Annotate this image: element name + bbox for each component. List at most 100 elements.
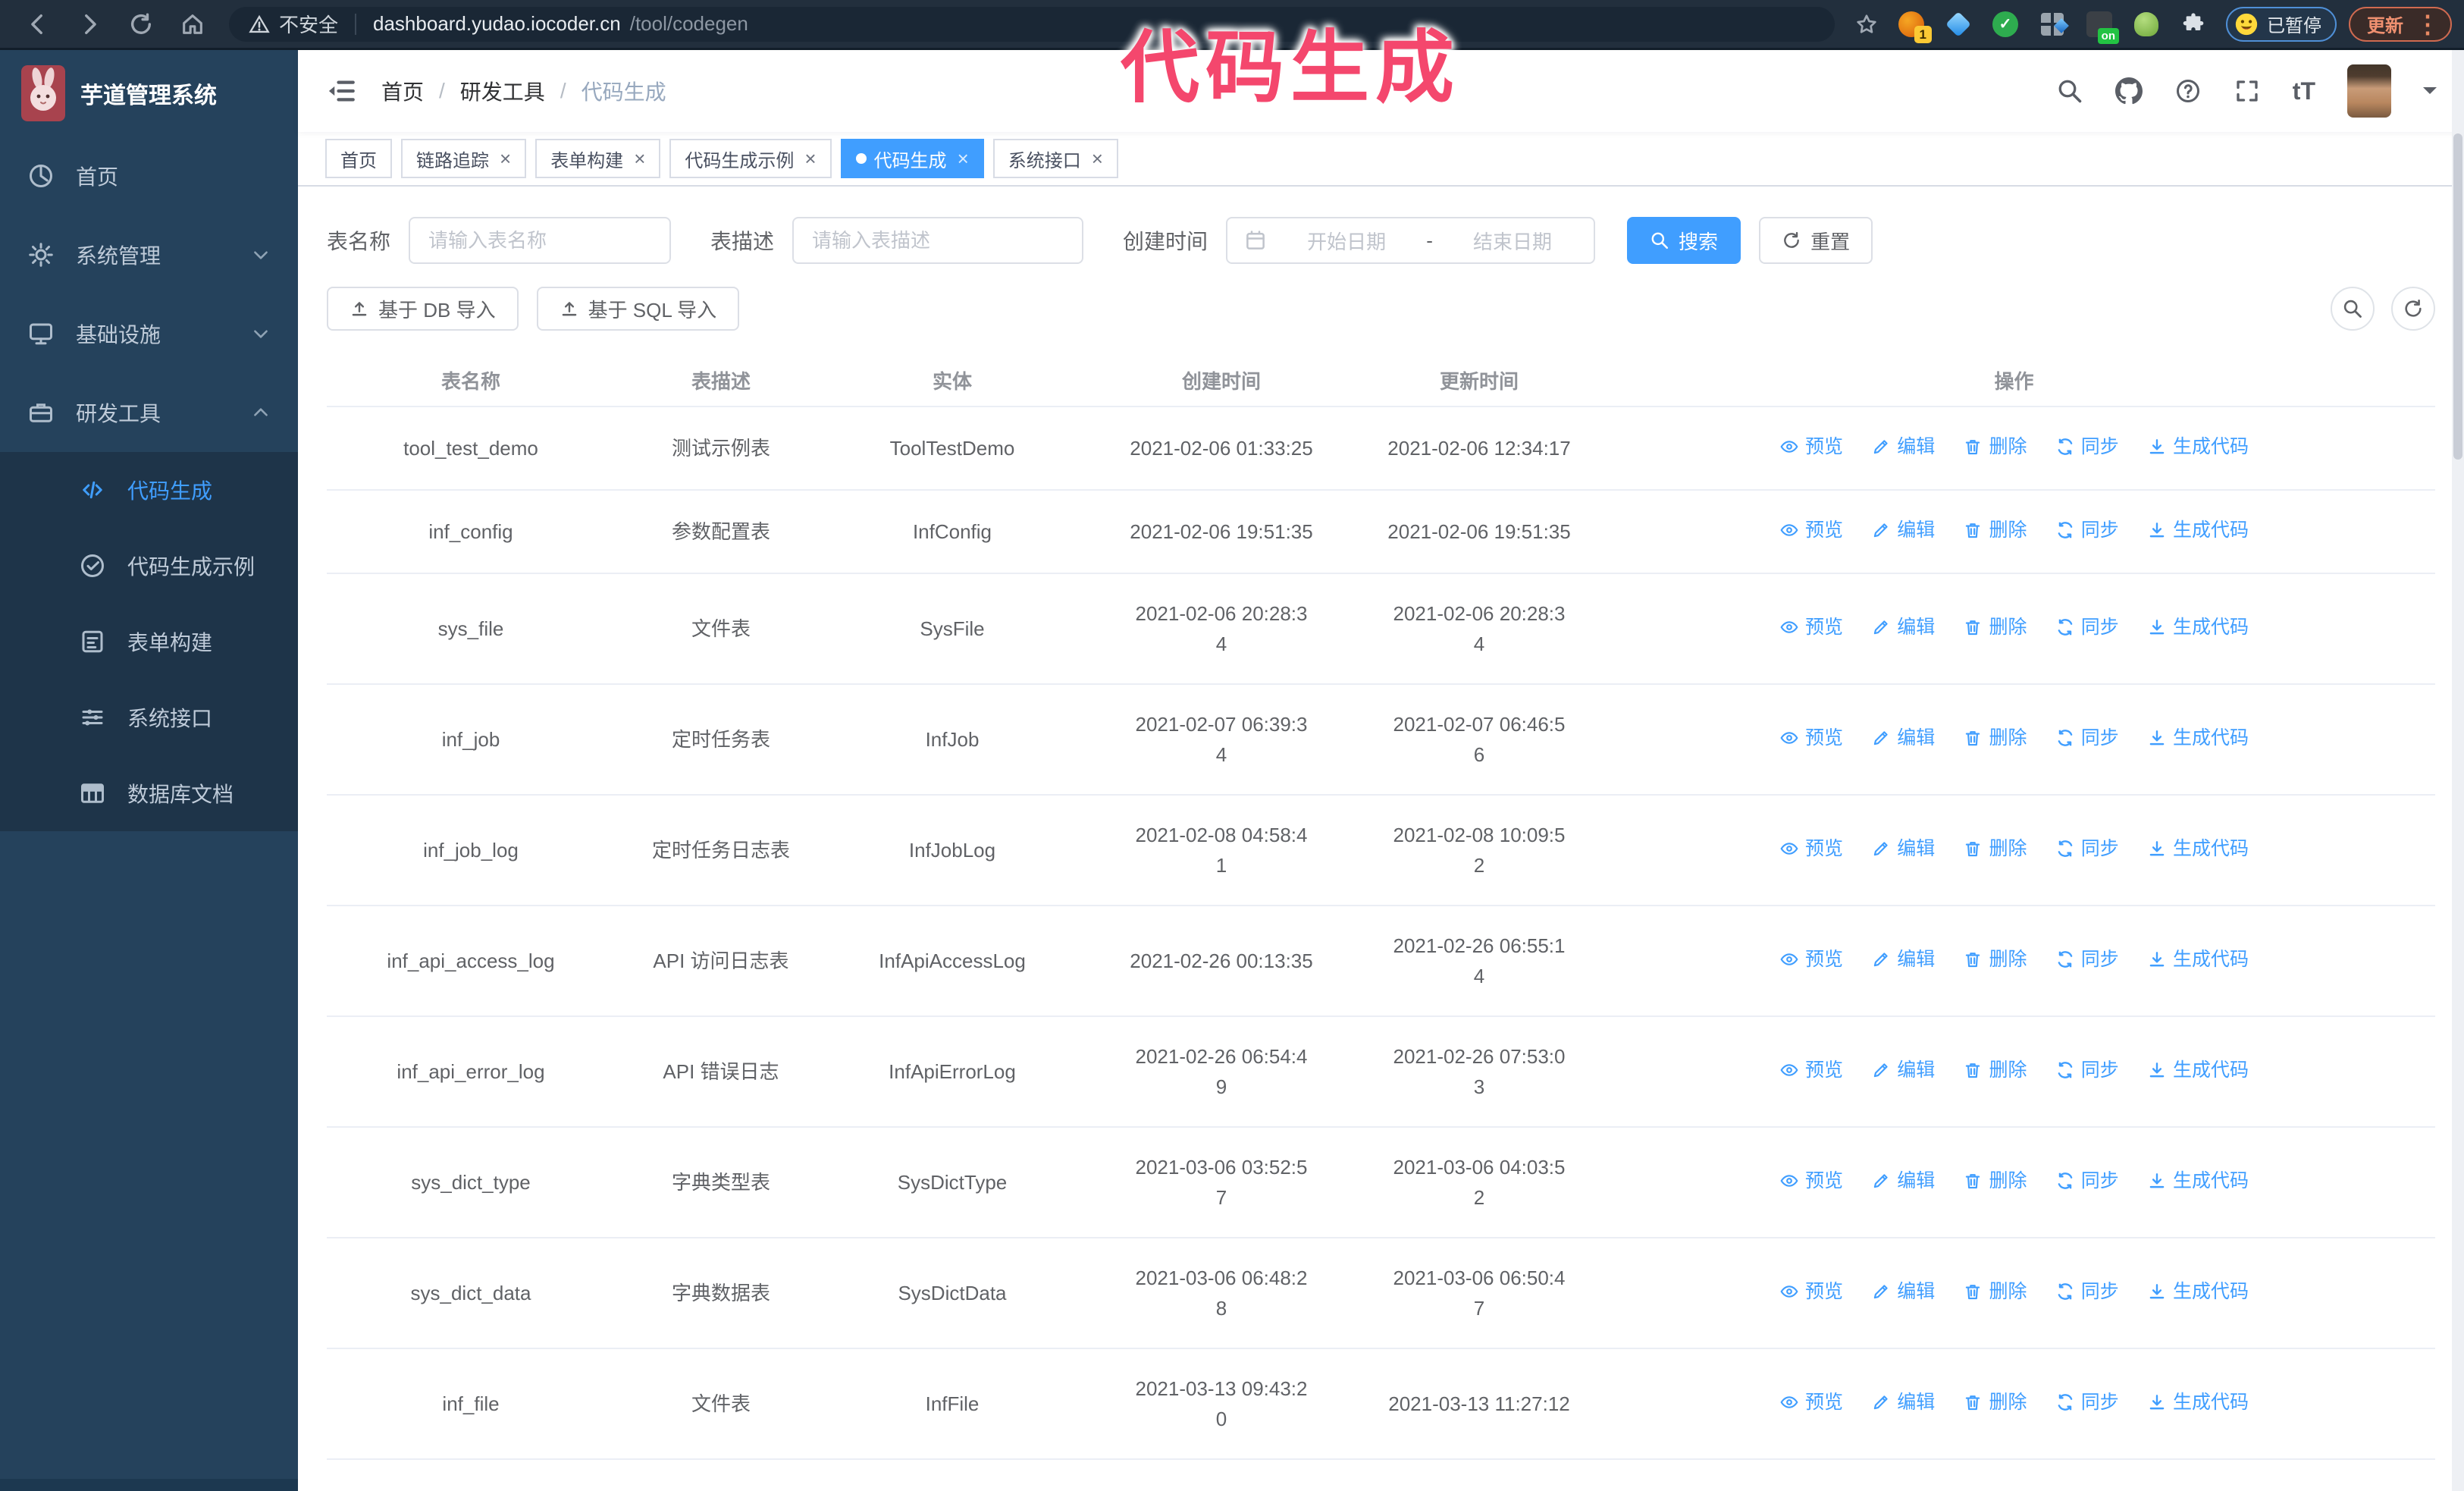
preview-link[interactable]: 预览 (1779, 432, 1843, 462)
delete-link[interactable]: 删除 (1963, 432, 2027, 462)
generate-code-link[interactable]: 生成代码 (2147, 833, 2249, 864)
delete-link[interactable]: 删除 (1963, 1276, 2027, 1307)
tab-trace[interactable]: 链路追踪 × (401, 139, 527, 178)
user-avatar[interactable] (2347, 64, 2391, 118)
sidebar-item-infra[interactable]: 基础设施 (0, 294, 298, 373)
sync-link[interactable]: 同步 (2055, 515, 2119, 545)
edit-link[interactable]: 编辑 (1871, 723, 1935, 753)
help-icon[interactable] (2174, 77, 2202, 105)
sync-link[interactable]: 同步 (2055, 1166, 2119, 1196)
edit-link[interactable]: 编辑 (1871, 833, 1935, 864)
preview-link[interactable]: 预览 (1779, 833, 1843, 864)
sidebar-item-form-builder[interactable]: 表单构建 (0, 604, 298, 680)
table-desc-input[interactable] (792, 217, 1084, 264)
update-button[interactable]: 更新 ⋮ (2349, 6, 2452, 42)
delete-link[interactable]: 删除 (1963, 723, 2027, 753)
generate-code-link[interactable]: 生成代码 (2147, 1055, 2249, 1085)
generate-code-link[interactable]: 生成代码 (2147, 1276, 2249, 1307)
preview-link[interactable]: 预览 (1779, 1055, 1843, 1085)
preview-link[interactable]: 预览 (1779, 515, 1843, 545)
sidebar-item-codegen[interactable]: 代码生成 (0, 452, 298, 528)
forward-icon[interactable] (77, 11, 102, 37)
reload-icon[interactable] (128, 11, 154, 37)
delete-link[interactable]: 删除 (1963, 833, 2027, 864)
bookmark-star-icon[interactable] (1854, 12, 1879, 36)
sync-link[interactable]: 同步 (2055, 1055, 2119, 1085)
sidebar-item-db-doc[interactable]: 数据库文档 (0, 755, 298, 831)
sidebar-item-home[interactable]: 首页 (0, 137, 298, 215)
scrollbar-thumb[interactable] (2453, 133, 2462, 460)
sidebar-item-devtools[interactable]: 研发工具 (0, 373, 298, 452)
breadcrumb-item-home[interactable]: 首页 (381, 76, 424, 106)
close-icon[interactable]: × (958, 149, 969, 168)
edit-link[interactable]: 编辑 (1871, 1166, 1935, 1196)
preview-link[interactable]: 预览 (1779, 723, 1843, 753)
delete-link[interactable]: 删除 (1963, 944, 2027, 975)
generate-code-link[interactable]: 生成代码 (2147, 723, 2249, 753)
create-time-range-picker[interactable]: 开始日期 - 结束日期 (1226, 217, 1596, 264)
refresh-table-button[interactable] (2391, 287, 2435, 331)
generate-code-link[interactable]: 生成代码 (2147, 1166, 2249, 1196)
delete-link[interactable]: 删除 (1963, 1055, 2027, 1085)
sync-link[interactable]: 同步 (2055, 833, 2119, 864)
search-icon[interactable] (2056, 77, 2083, 105)
extension-gem-icon[interactable] (1942, 8, 1975, 41)
security-warning-icon[interactable] (249, 14, 270, 35)
table-name-input[interactable] (409, 217, 672, 264)
edit-link[interactable]: 编辑 (1871, 1276, 1935, 1307)
profile-status-pill[interactable]: 已暂停 (2226, 6, 2337, 42)
delete-link[interactable]: 删除 (1963, 612, 2027, 642)
preview-link[interactable]: 预览 (1779, 1276, 1843, 1307)
edit-link[interactable]: 编辑 (1871, 612, 1935, 642)
fullscreen-icon[interactable] (2234, 77, 2261, 105)
sync-link[interactable]: 同步 (2055, 1276, 2119, 1307)
browser-home-icon[interactable] (180, 11, 205, 37)
toggle-search-button[interactable] (2331, 287, 2375, 331)
edit-link[interactable]: 编辑 (1871, 944, 1935, 975)
browser-menu-icon[interactable]: ⋮ (2415, 12, 2440, 36)
extension-bot-icon[interactable] (2130, 8, 2163, 41)
tab-system-api[interactable]: 系统接口 × (992, 139, 1118, 178)
logo[interactable]: 芋道管理系统 (0, 50, 298, 137)
generate-code-link[interactable]: 生成代码 (2147, 1387, 2249, 1417)
extension-check-icon[interactable]: ✓ (1989, 8, 2022, 41)
close-icon[interactable]: × (634, 149, 645, 168)
sync-link[interactable]: 同步 (2055, 723, 2119, 753)
font-size-icon[interactable]: tT (2293, 77, 2315, 105)
sidebar-item-system[interactable]: 系统管理 (0, 215, 298, 294)
sidebar-item-codegen-example[interactable]: 代码生成示例 (0, 528, 298, 604)
tab-form-builder[interactable]: 表单构建 × (535, 139, 661, 178)
sync-link[interactable]: 同步 (2055, 944, 2119, 975)
generate-code-link[interactable]: 生成代码 (2147, 515, 2249, 545)
tab-codegen[interactable]: 代码生成 × (840, 139, 984, 178)
github-icon[interactable] (2115, 77, 2143, 105)
import-sql-button[interactable]: 基于 SQL 导入 (536, 287, 740, 331)
edit-link[interactable]: 编辑 (1871, 515, 1935, 545)
reset-button[interactable]: 重置 (1759, 217, 1873, 264)
preview-link[interactable]: 预览 (1779, 612, 1843, 642)
user-menu-caret-icon[interactable] (2423, 87, 2437, 101)
extension-dark-icon[interactable]: on (2083, 8, 2119, 44)
sync-link[interactable]: 同步 (2055, 1387, 2119, 1417)
extension-orange-icon[interactable]: 1 (1895, 8, 1932, 43)
preview-link[interactable]: 预览 (1779, 1166, 1843, 1196)
edit-link[interactable]: 编辑 (1871, 1387, 1935, 1417)
generate-code-link[interactable]: 生成代码 (2147, 612, 2249, 642)
delete-link[interactable]: 删除 (1963, 515, 2027, 545)
preview-link[interactable]: 预览 (1779, 1387, 1843, 1417)
breadcrumb-item-devtools[interactable]: 研发工具 (460, 76, 545, 106)
tab-home[interactable]: 首页 (325, 139, 392, 178)
extension-grid-icon[interactable] (2036, 8, 2069, 41)
close-icon[interactable]: × (500, 149, 511, 168)
back-icon[interactable] (25, 11, 51, 37)
preview-link[interactable]: 预览 (1779, 944, 1843, 975)
sidebar-item-system-api[interactable]: 系统接口 (0, 680, 298, 755)
generate-code-link[interactable]: 生成代码 (2147, 432, 2249, 462)
tab-codegen-example[interactable]: 代码生成示例 × (669, 139, 832, 178)
page-scrollbar[interactable] (2452, 50, 2464, 1491)
edit-link[interactable]: 编辑 (1871, 432, 1935, 462)
search-button[interactable]: 搜索 (1627, 217, 1741, 264)
sidebar-toggle-icon[interactable] (325, 75, 357, 107)
extensions-puzzle-icon[interactable] (2177, 8, 2210, 41)
address-bar[interactable]: 不安全 dashboard.yudao.iocoder.cn/tool/code… (229, 6, 1835, 42)
